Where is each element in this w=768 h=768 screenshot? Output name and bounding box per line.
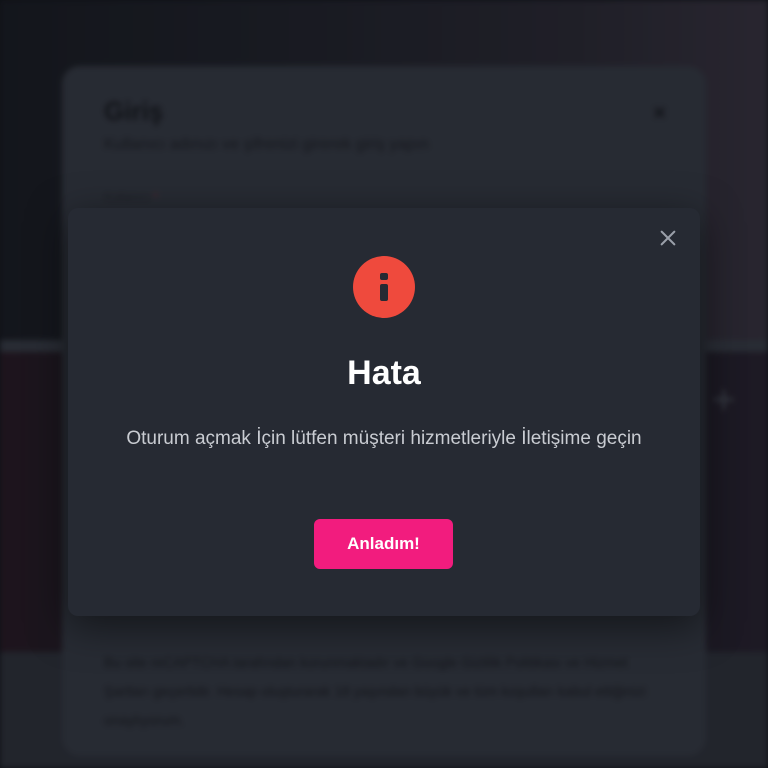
close-icon[interactable] — [656, 226, 680, 250]
info-icon-dot — [380, 273, 388, 280]
info-icon — [353, 256, 415, 318]
info-icon-bar — [380, 284, 388, 301]
dialog-message: Oturum açmak İçin lütfen müşteri hizmetl… — [126, 428, 642, 449]
confirm-button[interactable]: Anladım! — [314, 519, 453, 569]
error-dialog: Hata Oturum açmak İçin lütfen müşteri hi… — [68, 208, 700, 616]
dialog-title: Hata — [347, 354, 421, 392]
